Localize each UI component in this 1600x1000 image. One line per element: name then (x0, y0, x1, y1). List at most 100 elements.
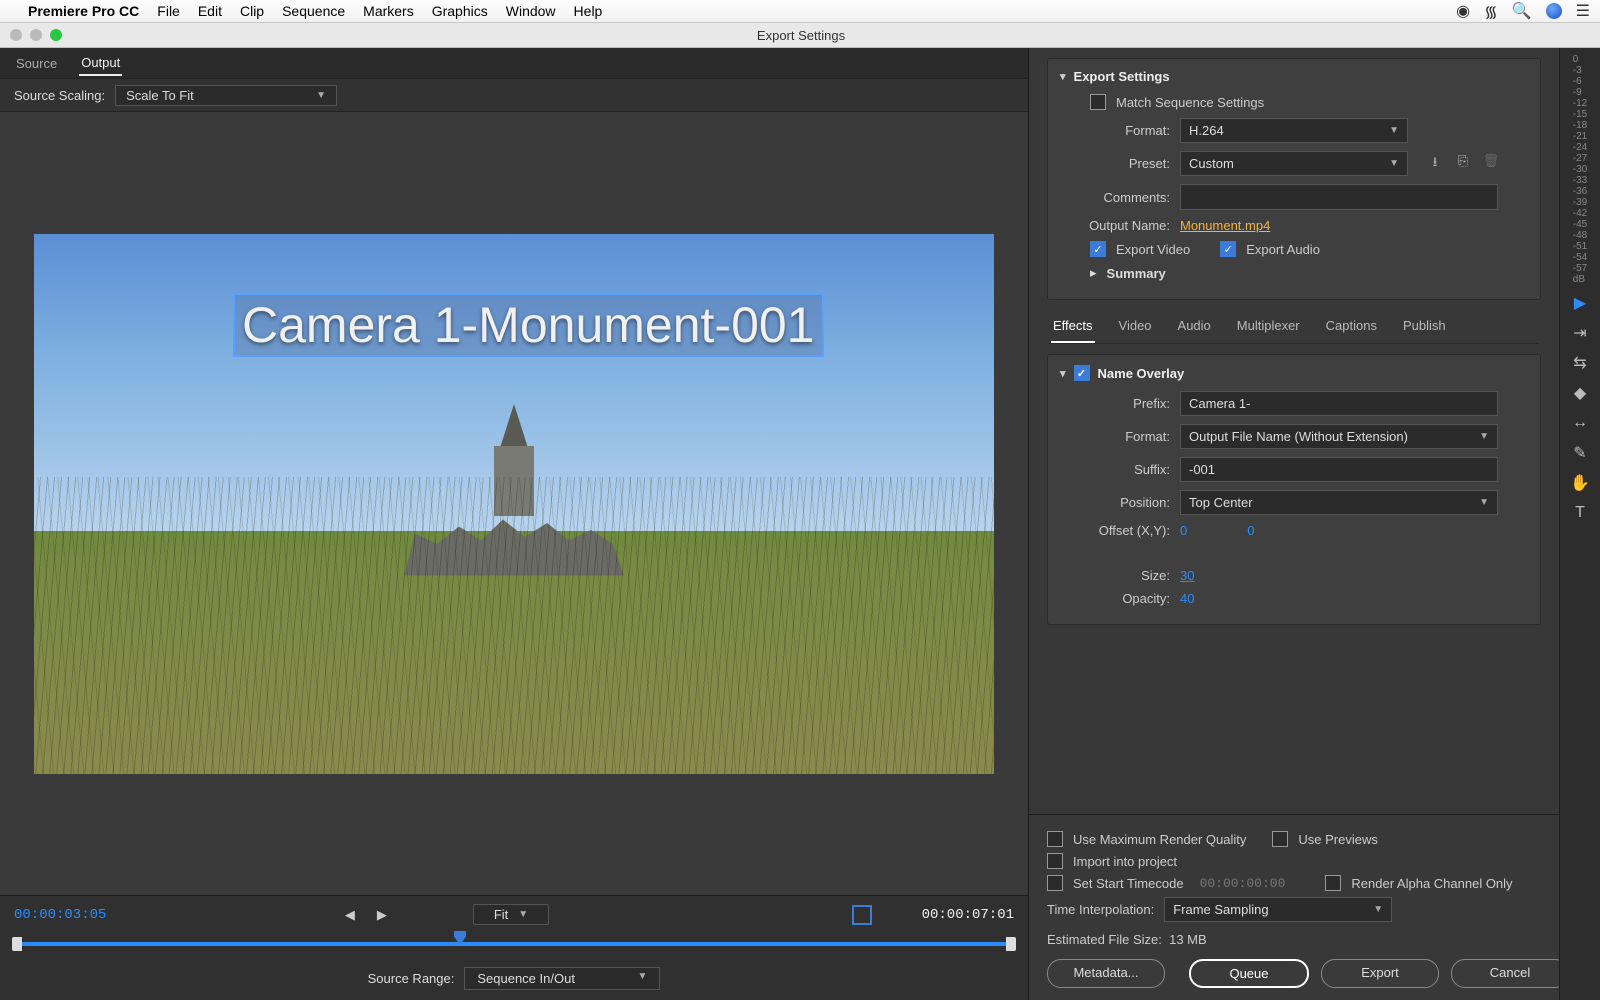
time-interp-select[interactable]: Frame Sampling ▼ (1164, 897, 1392, 922)
window-zoom-icon[interactable] (50, 29, 62, 41)
chevron-down-icon: ▼ (1373, 904, 1383, 915)
chevron-down-icon[interactable]: ▾ (1060, 70, 1066, 83)
name-overlay-section: ▾ Name Overlay Prefix: Camera 1- Format:… (1047, 354, 1541, 625)
tab-effects[interactable]: Effects (1051, 318, 1095, 343)
overlay-format-label: Format: (1060, 429, 1170, 444)
timecode-in[interactable]: 00:00:03:05 (14, 907, 106, 923)
selection-tool-icon[interactable]: ▶ (1568, 291, 1592, 315)
comments-label: Comments: (1060, 190, 1170, 205)
type-tool-icon[interactable]: T (1568, 501, 1592, 525)
use-previews-checkbox[interactable] (1272, 831, 1288, 847)
pen-tool-icon[interactable]: ✎ (1568, 441, 1592, 465)
export-video-checkbox[interactable] (1090, 241, 1106, 257)
preview-pane: Source Output Source Scaling: Scale To F… (0, 48, 1029, 1000)
preset-select[interactable]: Custom ▼ (1180, 151, 1408, 176)
notification-center-icon[interactable]: ☰ (1576, 1, 1590, 21)
aspect-crop-icon[interactable] (852, 905, 872, 925)
summary-header[interactable]: Summary (1107, 266, 1166, 281)
set-start-tc-checkbox[interactable] (1047, 875, 1063, 891)
source-scaling-select[interactable]: Scale To Fit ▼ (115, 85, 337, 106)
export-audio-checkbox[interactable] (1220, 241, 1236, 257)
import-project-checkbox[interactable] (1047, 853, 1063, 869)
menu-graphics[interactable]: Graphics (432, 3, 488, 19)
comments-input[interactable] (1180, 184, 1498, 210)
siri-icon[interactable] (1546, 3, 1562, 19)
menu-window[interactable]: Window (506, 3, 556, 19)
tab-multiplexer[interactable]: Multiplexer (1235, 318, 1302, 343)
offset-label: Offset (X,Y): (1060, 523, 1170, 538)
spotlight-icon[interactable]: 🔍 (1512, 1, 1532, 21)
step-back-icon[interactable]: ◀ (339, 907, 361, 923)
source-range-slider[interactable] (14, 933, 1014, 955)
position-value: Top Center (1189, 495, 1253, 510)
hand-tool-icon[interactable]: ✋ (1568, 471, 1592, 495)
menu-edit[interactable]: Edit (198, 3, 222, 19)
razor-tool-icon[interactable]: ◆ (1568, 381, 1592, 405)
preview-canvas[interactable]: Camera 1-Monument-001 (34, 234, 994, 774)
ripple-tool-icon[interactable]: ⇥ (1568, 321, 1592, 345)
size-value[interactable]: 30 (1180, 568, 1194, 583)
menu-clip[interactable]: Clip (240, 3, 264, 19)
offset-x-value[interactable]: 0 (1180, 523, 1187, 538)
range-out-handle[interactable] (1006, 937, 1016, 951)
estimated-size-value: 13 MB (1169, 932, 1207, 947)
chevron-down-icon: ▼ (1479, 431, 1489, 442)
menu-file[interactable]: File (157, 3, 180, 19)
tab-video[interactable]: Video (1117, 318, 1154, 343)
export-video-label: Export Video (1116, 242, 1190, 257)
time-interp-label: Time Interpolation: (1047, 902, 1154, 917)
window-minimize-icon[interactable] (30, 29, 42, 41)
suffix-input[interactable]: -001 (1180, 457, 1498, 482)
offset-y-value[interactable]: 0 (1247, 523, 1254, 538)
window-close-icon[interactable] (10, 29, 22, 41)
prefix-input[interactable]: Camera 1- (1180, 391, 1498, 416)
settings-pane: ▾ Export Settings Match Sequence Setting… (1029, 48, 1559, 1000)
zoom-fit-select[interactable]: Fit ▼ (473, 904, 549, 925)
tab-audio[interactable]: Audio (1176, 318, 1213, 343)
save-preset-icon[interactable]: ⭳ (1426, 153, 1444, 175)
tab-captions[interactable]: Captions (1324, 318, 1379, 343)
position-select[interactable]: Top Center ▼ (1180, 490, 1498, 515)
output-name-link[interactable]: Monument.mp4 (1180, 218, 1270, 233)
import-project-label: Import into project (1073, 854, 1177, 869)
menubar-right: ◉ ᯾ 🔍 ☰ (1456, 0, 1590, 22)
rolling-tool-icon[interactable]: ⇆ (1568, 351, 1592, 375)
preset-value: Custom (1189, 156, 1234, 171)
chevron-down-icon: ▼ (316, 90, 326, 101)
source-range-select[interactable]: Sequence In/Out ▼ (464, 967, 660, 990)
prefix-label: Prefix: (1060, 396, 1170, 411)
cancel-button[interactable]: Cancel (1451, 959, 1569, 988)
chevron-down-icon[interactable]: ▾ (1060, 367, 1066, 380)
export-button[interactable]: Export (1321, 959, 1439, 988)
name-overlay-text[interactable]: Camera 1-Monument-001 (234, 294, 823, 356)
cc-cloud-icon[interactable]: ◉ (1456, 1, 1470, 21)
opacity-value[interactable]: 40 (1180, 591, 1194, 606)
overlay-format-select[interactable]: Output File Name (Without Extension) ▼ (1180, 424, 1498, 449)
set-start-tc-label: Set Start Timecode (1073, 876, 1184, 891)
name-overlay-checkbox[interactable] (1074, 365, 1090, 381)
metadata-button[interactable]: Metadata... (1047, 959, 1165, 988)
chevron-down-icon: ▼ (518, 909, 528, 920)
range-in-handle[interactable] (12, 937, 22, 951)
slip-tool-icon[interactable]: ↔ (1568, 411, 1592, 435)
format-select[interactable]: H.264 ▼ (1180, 118, 1408, 143)
match-sequence-checkbox[interactable] (1090, 94, 1106, 110)
use-max-render-checkbox[interactable] (1047, 831, 1063, 847)
timecode-out: 00:00:07:01 (922, 907, 1014, 923)
step-forward-icon[interactable]: ▶ (371, 907, 393, 923)
start-tc-value: 00:00:00:00 (1200, 876, 1286, 891)
menu-sequence[interactable]: Sequence (282, 3, 345, 19)
import-preset-icon[interactable]: ⎘ (1454, 153, 1472, 175)
tab-output[interactable]: Output (79, 51, 122, 76)
app-name[interactable]: Premiere Pro CC (28, 3, 139, 19)
chevron-right-icon[interactable]: ▸ (1090, 265, 1097, 281)
tab-publish[interactable]: Publish (1401, 318, 1448, 343)
estimated-size-label: Estimated File Size: (1047, 932, 1162, 947)
queue-button[interactable]: Queue (1189, 959, 1309, 988)
tab-source[interactable]: Source (14, 52, 59, 75)
menu-markers[interactable]: Markers (363, 3, 414, 19)
menu-help[interactable]: Help (574, 3, 603, 19)
chevron-down-icon: ▼ (1389, 125, 1399, 136)
render-alpha-checkbox[interactable] (1325, 875, 1341, 891)
wifi-icon[interactable]: ᯾ (1484, 0, 1498, 22)
